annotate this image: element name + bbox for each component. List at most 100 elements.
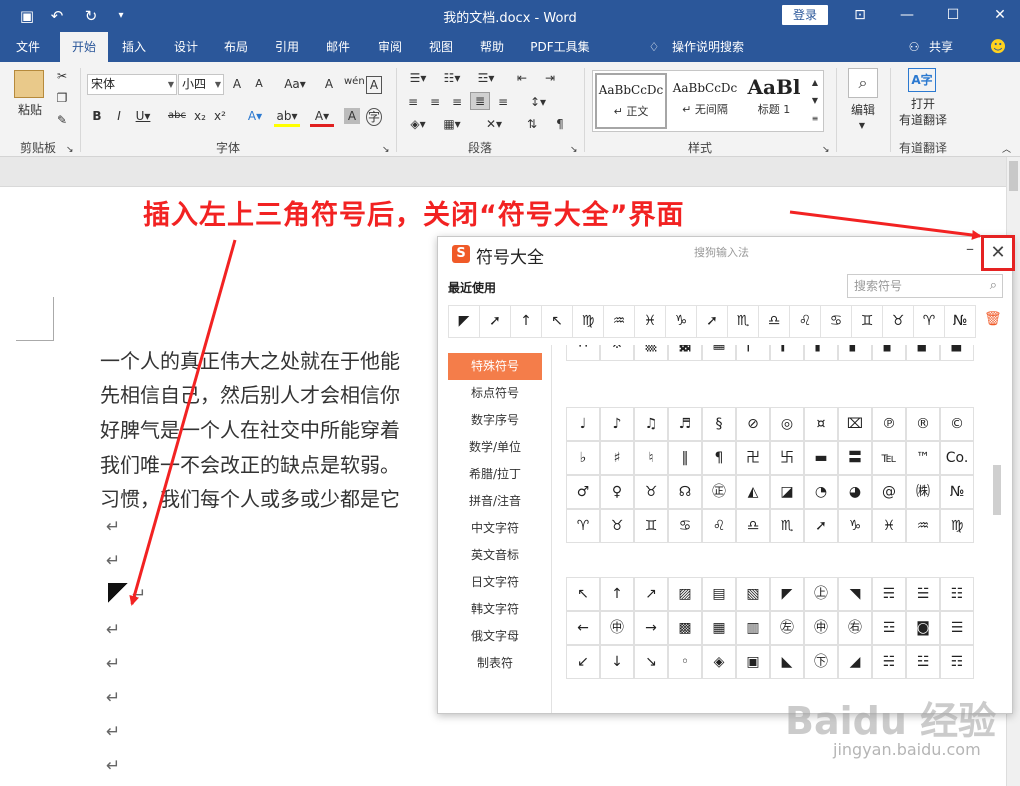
symbol-cell[interactable]: ♫ bbox=[634, 407, 668, 441]
grow-font-icon[interactable]: A bbox=[230, 76, 244, 92]
symbol-cell[interactable]: ▌ bbox=[838, 345, 872, 361]
symbol-cell[interactable]: ♮ bbox=[634, 441, 668, 475]
symbol-cell[interactable]: ♭ bbox=[566, 441, 600, 475]
symbol-cell[interactable]: ℗ bbox=[872, 407, 906, 441]
symbol-cell[interactable]: 卐 bbox=[770, 441, 804, 475]
symbol-cell[interactable]: ☴ bbox=[872, 577, 906, 611]
copy-icon[interactable]: ❐ bbox=[54, 90, 70, 106]
category-item[interactable]: 标点符号 bbox=[448, 380, 542, 407]
symbol-cell[interactable]: ⌧ bbox=[838, 407, 872, 441]
category-item[interactable]: 英文音标 bbox=[448, 542, 542, 569]
close-icon[interactable]: ✕ bbox=[985, 4, 1015, 26]
font-color-icon[interactable]: A▾ bbox=[310, 108, 334, 127]
symbol-cell[interactable]: ▉ bbox=[940, 345, 974, 361]
symbol-cell[interactable]: ♒ bbox=[906, 509, 940, 543]
symbol-cell[interactable]: ♎ bbox=[736, 509, 770, 543]
symbol-cell[interactable]: © bbox=[940, 407, 974, 441]
symbol-cell[interactable]: ㊤ bbox=[804, 577, 838, 611]
symbol-cell[interactable]: ☊ bbox=[668, 475, 702, 509]
style-no-spacing[interactable]: AaBbCcDc ↵ 无间隔 bbox=[669, 73, 741, 129]
gallery-down-icon[interactable]: ▼ bbox=[809, 93, 821, 109]
symbol-cell[interactable]: ◦ bbox=[668, 645, 702, 679]
cut-icon[interactable]: ✂ bbox=[54, 68, 70, 84]
recent-symbol-cell[interactable]: ♋ bbox=[820, 305, 852, 338]
recent-symbol-cell[interactable]: ➚ bbox=[479, 305, 511, 338]
recent-symbol-cell[interactable]: ♈ bbox=[913, 305, 945, 338]
category-item[interactable]: 中文字符 bbox=[448, 515, 542, 542]
font-size-combo[interactable]: 小四 ▼ bbox=[178, 74, 224, 95]
enclose-character-icon[interactable]: 字 bbox=[366, 108, 382, 126]
align-center-icon[interactable]: ≡ bbox=[426, 94, 444, 110]
symbol-cell[interactable]: @ bbox=[872, 475, 906, 509]
asian-layout-icon[interactable]: ✕▾ bbox=[480, 116, 508, 132]
tab-mailings[interactable]: 邮件 bbox=[316, 32, 360, 62]
recent-symbol-cell[interactable]: ♑ bbox=[665, 305, 697, 338]
recent-symbol-cell[interactable]: № bbox=[944, 305, 976, 338]
symbol-cell[interactable]: ↘ bbox=[634, 645, 668, 679]
symbol-cell[interactable]: ↓ bbox=[600, 645, 634, 679]
symbol-cell[interactable]: ◔ bbox=[804, 475, 838, 509]
symbol-cell[interactable]: ◢ bbox=[838, 645, 872, 679]
character-shading-icon[interactable]: A bbox=[344, 108, 360, 124]
collapse-ribbon-icon[interactable]: ︿ bbox=[1002, 142, 1011, 158]
symbol-cell[interactable]: ♈ bbox=[566, 509, 600, 543]
symbol-cell[interactable]: ♂ bbox=[566, 475, 600, 509]
symbol-cell[interactable]: ▋ bbox=[872, 345, 906, 361]
clear-format-icon[interactable]: A bbox=[320, 76, 338, 92]
symbol-cell[interactable]: ➚ bbox=[804, 509, 838, 543]
symbol-cell[interactable]: ‖ bbox=[668, 441, 702, 475]
distributed-icon[interactable]: ≡ bbox=[494, 94, 512, 110]
recent-symbol-cell[interactable]: ♊ bbox=[851, 305, 883, 338]
symbol-cell[interactable]: ☰ bbox=[940, 611, 974, 645]
symbol-cell[interactable]: ▩ bbox=[668, 611, 702, 645]
symbol-cell[interactable]: ® bbox=[906, 407, 940, 441]
borders-icon[interactable]: ▦▾ bbox=[438, 116, 466, 132]
justify-icon[interactable]: ≣ bbox=[470, 92, 490, 110]
align-right-icon[interactable]: ≡ bbox=[448, 94, 466, 110]
underline-icon[interactable]: U▾ bbox=[134, 108, 152, 124]
translate-icon[interactable]: A字 bbox=[908, 68, 936, 92]
symbol-cell[interactable]: ㊥ bbox=[600, 611, 634, 645]
symbol-cell[interactable]: ◕ bbox=[838, 475, 872, 509]
symbol-cell[interactable]: ☳ bbox=[906, 645, 940, 679]
category-item[interactable]: 数学/单位 bbox=[448, 434, 542, 461]
search-icon[interactable]: ⌕ bbox=[848, 68, 878, 98]
symbol-cell[interactable]: ◥ bbox=[838, 577, 872, 611]
symbol-cell[interactable]: № bbox=[940, 475, 974, 509]
tab-review[interactable]: 审阅 bbox=[368, 32, 412, 62]
symbol-cell[interactable]: ♌ bbox=[702, 509, 736, 543]
maximize-icon[interactable]: ☐ bbox=[938, 4, 968, 26]
minimize-icon[interactable]: — bbox=[892, 4, 922, 26]
login-button[interactable]: 登录 bbox=[782, 5, 828, 25]
symbol-cell[interactable]: ♀ bbox=[600, 475, 634, 509]
category-item[interactable]: 希腊/拉丁 bbox=[448, 461, 542, 488]
symbol-cell[interactable]: ♯ bbox=[600, 441, 634, 475]
highlight-icon[interactable]: ab▾ bbox=[274, 108, 300, 127]
symbol-cell[interactable]: ☱ bbox=[906, 577, 940, 611]
tab-help[interactable]: 帮助 bbox=[470, 32, 514, 62]
dialog-launcher-icon[interactable]: ↘ bbox=[570, 142, 578, 158]
symbol-cell[interactable]: ▬ bbox=[804, 441, 838, 475]
symbol-cell[interactable]: ▨ bbox=[668, 577, 702, 611]
symbol-cell[interactable]: ⊘ bbox=[736, 407, 770, 441]
symbol-cell[interactable]: ☷ bbox=[940, 577, 974, 611]
recent-symbol-cell[interactable]: ◤ bbox=[448, 305, 480, 338]
symbol-cell[interactable]: ▤ bbox=[702, 577, 736, 611]
recent-symbol-cell[interactable]: ♉ bbox=[882, 305, 914, 338]
symbol-cell[interactable]: ℡ bbox=[872, 441, 906, 475]
symbol-cell[interactable]: ∴ bbox=[566, 345, 600, 361]
sort-icon[interactable]: ⇅ bbox=[522, 116, 542, 132]
symbol-cell[interactable]: § bbox=[702, 407, 736, 441]
style-normal[interactable]: AaBbCcDc ↵ 正文 bbox=[595, 73, 667, 129]
symbol-cell[interactable]: ◎ bbox=[770, 407, 804, 441]
symbol-cell[interactable]: ▎ bbox=[770, 345, 804, 361]
symbol-cell[interactable]: ▍ bbox=[804, 345, 838, 361]
dialog-launcher-icon[interactable]: ↘ bbox=[822, 142, 830, 158]
gallery-more-icon[interactable]: ≡ bbox=[809, 111, 821, 127]
symbol-cell[interactable]: ▦ bbox=[702, 611, 736, 645]
symbol-cell[interactable]: ♩ bbox=[566, 407, 600, 441]
symbol-cell[interactable]: ◤ bbox=[770, 577, 804, 611]
minimize-icon[interactable]: – bbox=[960, 239, 980, 258]
text-effects-icon[interactable]: A▾ bbox=[242, 108, 268, 124]
category-item[interactable]: 特殊符号 bbox=[448, 353, 542, 380]
